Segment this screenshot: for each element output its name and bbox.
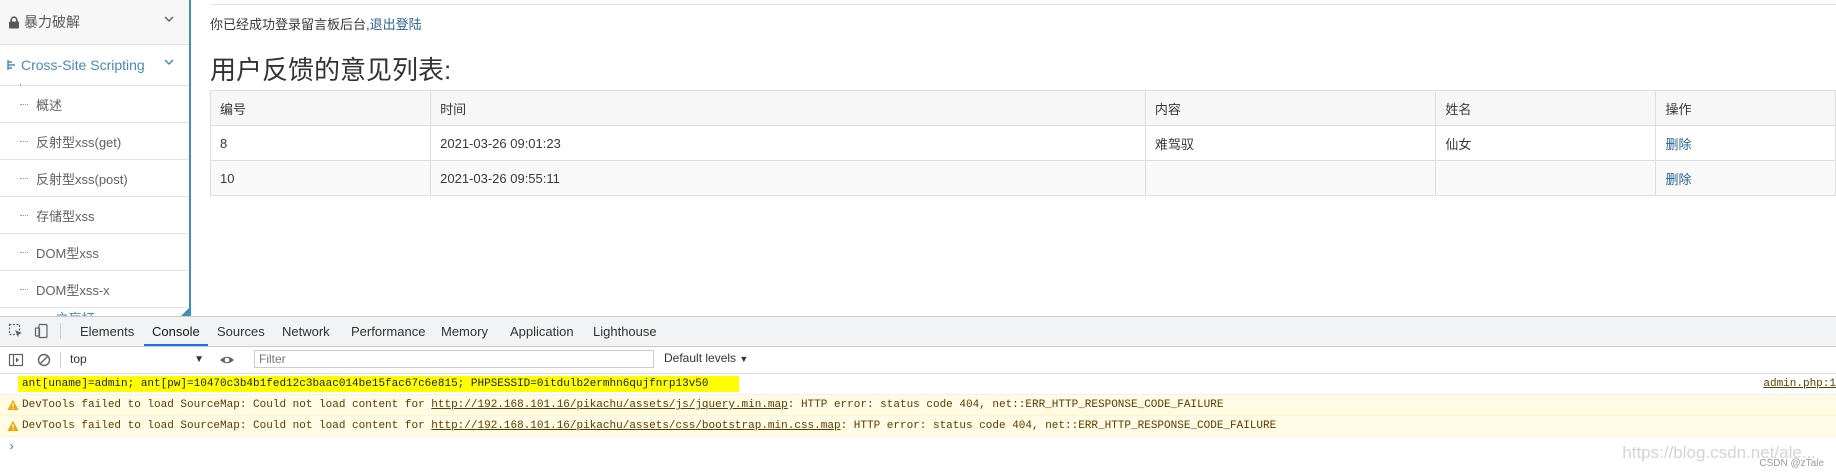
cell-name <box>1435 160 1657 196</box>
cell-action: 删除 <box>1655 160 1836 196</box>
warning-message: DevTools failed to load SourceMap: Could… <box>22 395 1223 415</box>
subitem-label: xss之盲打 <box>36 308 95 316</box>
tab-network[interactable]: Network <box>274 317 338 346</box>
tab-lighthouse[interactable]: Lighthouse <box>585 317 665 346</box>
prompt-chevron-icon: › <box>8 440 16 454</box>
log-levels-dropdown[interactable]: Default levels ▼ <box>664 351 748 365</box>
context-value: top <box>70 352 87 366</box>
sidebar-section-label: Cross-Site Scripting <box>21 57 145 73</box>
eye-icon[interactable] <box>219 352 235 368</box>
source-link[interactable]: admin.php:1 <box>1763 374 1836 394</box>
cell-action: 删除 <box>1655 125 1836 161</box>
col-header-time: 时间 <box>430 90 1146 126</box>
sidebar-item-label: 暴力破解 <box>24 14 80 30</box>
lock-icon <box>9 15 19 28</box>
clear-console-icon[interactable] <box>36 352 52 368</box>
login-message: 你已经成功登录留言板后台,退出登陆 <box>210 14 422 33</box>
tab-application[interactable]: Application <box>502 317 582 346</box>
col-header-name: 姓名 <box>1435 90 1657 126</box>
filter-input[interactable] <box>254 350 654 368</box>
tab-memory[interactable]: Memory <box>433 317 496 346</box>
warning-message: DevTools failed to load SourceMap: Could… <box>22 416 1276 436</box>
cell-name: 仙女 <box>1435 125 1657 161</box>
cell-id: 8 <box>209 125 432 161</box>
logout-link[interactable]: 退出登陆 <box>370 17 422 32</box>
inspect-element-icon[interactable] <box>8 323 24 339</box>
cell-content: 难驾驭 <box>1144 125 1437 161</box>
device-toolbar-icon[interactable] <box>34 323 50 339</box>
sidebar-item-brute-force[interactable]: 暴力破解 <box>0 0 189 45</box>
toolbar-divider <box>60 352 61 368</box>
warning-text: DevTools failed to load SourceMap: Could… <box>22 420 432 432</box>
sidebar-subitem-stored[interactable]: 存储型xss <box>0 197 189 234</box>
tab-sources[interactable]: Sources <box>209 317 273 346</box>
table-header-row: 编号 时间 内容 姓名 操作 <box>209 90 1836 126</box>
context-selector[interactable]: top ▼ <box>70 351 204 368</box>
warning-text: : HTTP error: status code 404, net::ERR_… <box>787 399 1224 411</box>
toolbar-divider <box>60 323 61 339</box>
warning-icon <box>7 420 19 431</box>
warning-icon <box>7 399 19 410</box>
main-content: 你已经成功登录留言板后台,退出登陆 用户反馈的意见列表: 编号 时间 内容 姓名… <box>209 0 1836 316</box>
sidebar-item-xss[interactable]: Cross-Site Scripting <box>0 45 189 86</box>
feedback-table: 编号 时间 内容 姓名 操作 8 2021-03-26 09:01:23 难驾驭… <box>209 90 1836 196</box>
sidebar-subitem-dom-x[interactable]: DOM型xss-x <box>0 271 189 308</box>
subitem-label: DOM型xss-x <box>36 282 110 298</box>
sidebar-subitem-blind[interactable]: xss之盲打 <box>0 308 189 316</box>
console-prompt-row[interactable]: › <box>0 437 1836 457</box>
devtools-tab-bar: Elements Console Sources Network Perform… <box>0 317 1836 347</box>
sourcemap-link[interactable]: http://192.168.101.16/pikachu/assets/css… <box>431 420 840 432</box>
subitem-label: DOM型xss <box>36 245 99 261</box>
cell-time: 2021-03-26 09:01:23 <box>430 125 1146 161</box>
web-page: 暴力破解 Cross-Site Scripting 概述 反射型xss(get)… <box>0 0 1836 316</box>
log-levels-label: Default levels <box>664 351 737 365</box>
cell-time: 2021-03-26 09:55:11 <box>430 160 1146 196</box>
log-message: ant[uname]=admin; ant[pw]=10470c3b4b1fed… <box>18 374 739 394</box>
sourcemap-link[interactable]: http://192.168.101.16/pikachu/assets/js/… <box>431 399 787 411</box>
devtools-panel: Elements Console Sources Network Perform… <box>0 316 1836 473</box>
dropdown-arrow-icon: ▼ <box>194 354 204 365</box>
table-row: 10 2021-03-26 09:55:11 删除 <box>209 160 1836 196</box>
delete-link[interactable]: 删除 <box>1665 137 1691 152</box>
console-log-row: ant[uname]=admin; ant[pw]=10470c3b4b1fed… <box>0 374 1836 395</box>
tab-elements[interactable]: Elements <box>72 317 142 346</box>
col-header-id: 编号 <box>209 90 432 126</box>
tab-console[interactable]: Console <box>144 317 208 346</box>
subitem-label: 反射型xss(post) <box>36 171 128 187</box>
warning-text: DevTools failed to load SourceMap: Could… <box>22 399 432 411</box>
watermark-small: CSDN @zTale <box>1759 458 1824 469</box>
delete-link[interactable]: 删除 <box>1665 172 1691 187</box>
sidebar-subitem-reflected-get[interactable]: 反射型xss(get) <box>0 123 189 160</box>
col-header-content: 内容 <box>1144 90 1437 126</box>
subitem-label: 存储型xss <box>36 208 95 224</box>
sidebar-subitem-overview[interactable]: 概述 <box>0 86 189 123</box>
sidebar-collapse-corner[interactable] <box>181 308 189 316</box>
sidebar-subitem-dom[interactable]: DOM型xss <box>0 234 189 271</box>
chevron-down-icon <box>164 16 174 23</box>
cell-id: 10 <box>209 160 432 196</box>
col-header-action: 操作 <box>1655 90 1836 126</box>
console-toolbar: top ▼ Default levels ▼ <box>0 347 1836 374</box>
highlighted-cookie-text: ant[uname]=admin; ant[pw]=10470c3b4b1fed… <box>18 376 739 392</box>
subitem-label: 反射型xss(get) <box>36 134 122 150</box>
chevron-down-icon <box>164 59 174 66</box>
table-row: 8 2021-03-26 09:01:23 难驾驭 仙女 删除 <box>209 125 1836 161</box>
sidebar-toggle-icon[interactable] <box>8 352 24 368</box>
login-text: 你已经成功登录留言板后台, <box>210 17 370 32</box>
sidebar-subitem-reflected-post[interactable]: 反射型xss(post) <box>0 160 189 197</box>
console-warning-row: DevTools failed to load SourceMap: Could… <box>0 416 1836 437</box>
tab-performance[interactable]: Performance <box>343 317 433 346</box>
console-output: ant[uname]=admin; ant[pw]=10470c3b4b1fed… <box>0 374 1836 457</box>
dropdown-arrow-icon: ▼ <box>739 354 749 364</box>
tree-icon <box>7 60 15 70</box>
top-divider <box>210 0 1836 5</box>
subitem-label: 概述 <box>36 97 63 113</box>
warning-text: : HTTP error: status code 404, net::ERR_… <box>840 420 1277 432</box>
cell-content <box>1144 160 1437 196</box>
page-title: 用户反馈的意见列表: <box>210 55 452 85</box>
console-warning-row: DevTools failed to load SourceMap: Could… <box>0 395 1836 416</box>
sidebar: 暴力破解 Cross-Site Scripting 概述 反射型xss(get)… <box>0 0 191 316</box>
